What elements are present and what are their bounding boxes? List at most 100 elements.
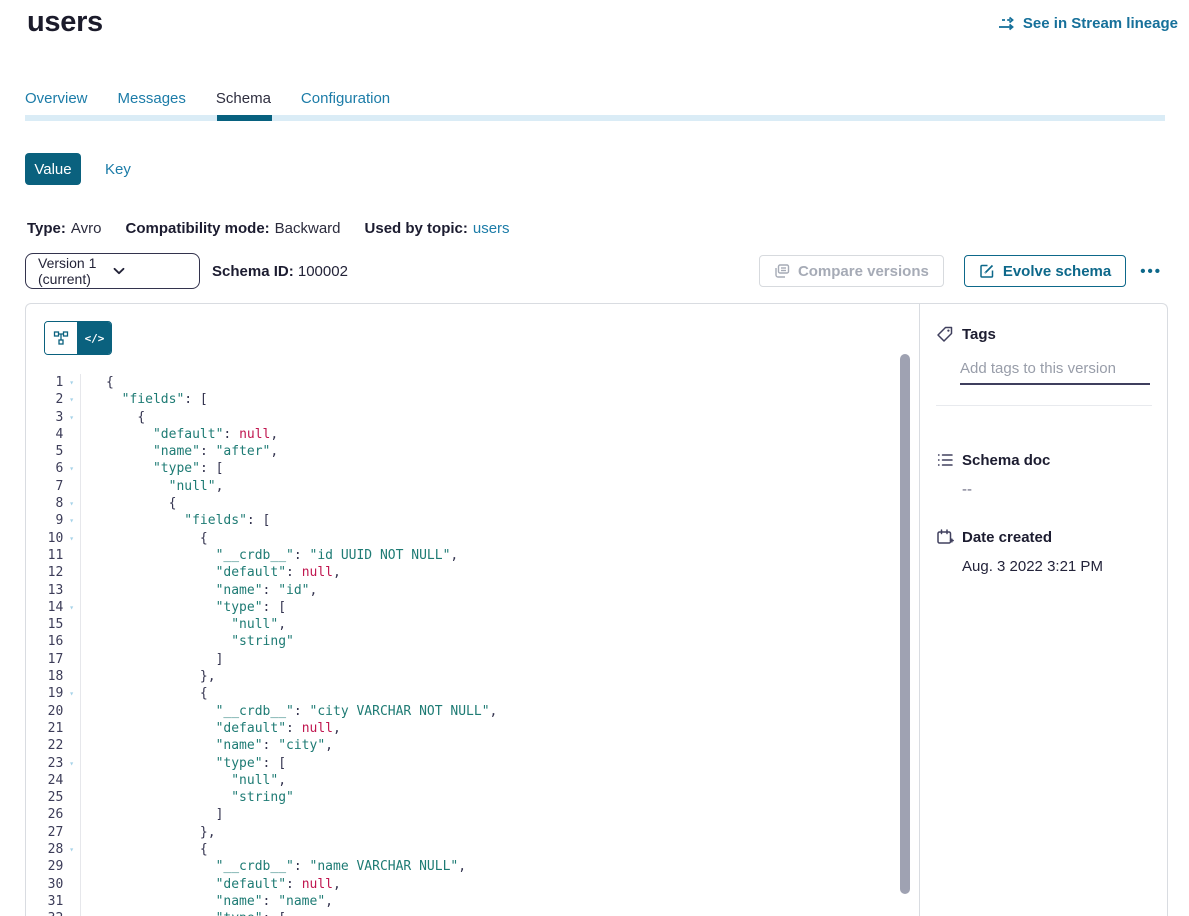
gutter-row[interactable]: 9▾ [26, 512, 80, 529]
gutter-row: 16 [26, 633, 80, 650]
sidebar-divider [936, 405, 1152, 406]
gutter-row[interactable]: 32▾ [26, 910, 80, 916]
line-number: 1 [26, 374, 63, 391]
code-line: "name": "after", [106, 443, 919, 460]
compare-versions-button[interactable]: Compare versions [759, 255, 944, 287]
topic-link[interactable]: users [473, 220, 510, 237]
code-line: "null", [106, 478, 919, 495]
fold-spacer [63, 858, 80, 875]
code-view-button[interactable]: </> [78, 322, 111, 354]
line-number: 13 [26, 582, 63, 599]
code-line: { [106, 530, 919, 547]
gutter-row: 26 [26, 806, 80, 823]
gutter-row: 11 [26, 547, 80, 564]
line-number: 28 [26, 841, 63, 858]
value-tab-button[interactable]: Value [25, 153, 81, 185]
fold-spacer [63, 443, 80, 460]
tags-section-header: Tags [936, 325, 1151, 343]
tab-schema[interactable]: Schema [216, 90, 271, 107]
schema-id-label: Schema ID: [212, 263, 294, 280]
tab-bar: Overview Messages Schema Configuration [25, 90, 390, 107]
fold-spacer [63, 547, 80, 564]
code-line: "type": [ [106, 599, 919, 616]
evolve-schema-button[interactable]: Evolve schema [964, 255, 1126, 287]
gutter-row[interactable]: 3▾ [26, 409, 80, 426]
code-line: { [106, 409, 919, 426]
fold-arrow-icon[interactable]: ▾ [63, 512, 80, 529]
fold-arrow-icon[interactable]: ▾ [63, 599, 80, 616]
line-number: 29 [26, 858, 63, 875]
gutter-row: 4 [26, 426, 80, 443]
fold-arrow-icon[interactable]: ▾ [63, 755, 80, 772]
fold-arrow-icon[interactable]: ▾ [63, 530, 80, 547]
compatibility-label: Compatibility mode: [125, 220, 269, 237]
more-options-button[interactable]: ••• [1134, 263, 1168, 280]
fold-arrow-icon[interactable]: ▾ [63, 495, 80, 512]
fold-arrow-icon[interactable]: ▾ [63, 374, 80, 391]
code-line: "default": null, [106, 426, 919, 443]
stream-lineage-link[interactable]: See in Stream lineage [998, 15, 1178, 32]
add-tags-input[interactable] [960, 356, 1150, 385]
tree-view-button[interactable] [45, 322, 78, 354]
code-line: "string" [106, 633, 919, 650]
gutter-row[interactable]: 6▾ [26, 460, 80, 477]
schema-code-panel: </> 1▾2▾3▾456▾78▾9▾10▾11121314▾151617181… [26, 304, 920, 916]
line-number: 16 [26, 633, 63, 650]
fold-arrow-icon[interactable]: ▾ [63, 685, 80, 702]
fold-arrow-icon[interactable]: ▾ [63, 910, 80, 916]
code-line: { [106, 685, 919, 702]
line-number: 24 [26, 772, 63, 789]
evolve-schema-label: Evolve schema [1003, 263, 1111, 280]
line-number: 31 [26, 893, 63, 910]
line-number: 3 [26, 409, 63, 426]
compare-versions-icon [774, 263, 790, 279]
gutter-row: 15 [26, 616, 80, 633]
gutter-row: 13 [26, 582, 80, 599]
fold-arrow-icon[interactable]: ▾ [63, 841, 80, 858]
fold-arrow-icon[interactable]: ▾ [63, 391, 80, 408]
tab-overview[interactable]: Overview [25, 90, 88, 107]
list-icon [936, 451, 954, 469]
line-number: 19 [26, 685, 63, 702]
fold-arrow-icon[interactable]: ▾ [63, 409, 80, 426]
code-scrollbar-thumb[interactable] [900, 354, 910, 894]
code-line: "null", [106, 616, 919, 633]
tab-messages[interactable]: Messages [118, 90, 186, 107]
line-number: 7 [26, 478, 63, 495]
fold-spacer [63, 720, 80, 737]
line-number: 32 [26, 910, 63, 916]
code-line: ] [106, 651, 919, 668]
fold-spacer [63, 582, 80, 599]
line-number: 6 [26, 460, 63, 477]
code-line: "type": [ [106, 910, 919, 916]
version-select[interactable]: Version 1 (current) [25, 253, 200, 289]
gutter-row[interactable]: 8▾ [26, 495, 80, 512]
key-tab-button[interactable]: Key [105, 161, 131, 178]
line-number: 26 [26, 806, 63, 823]
gutter-row[interactable]: 1▾ [26, 374, 80, 391]
type-value: Avro [71, 220, 102, 237]
line-number: 21 [26, 720, 63, 737]
gutter-row[interactable]: 28▾ [26, 841, 80, 858]
date-created-title: Date created [962, 529, 1052, 546]
gutter-row[interactable]: 2▾ [26, 391, 80, 408]
gutter-row[interactable]: 10▾ [26, 530, 80, 547]
code-line: "default": null, [106, 876, 919, 893]
fold-spacer [63, 772, 80, 789]
gutter-row[interactable]: 23▾ [26, 755, 80, 772]
schema-doc-value: -- [962, 481, 1151, 498]
code-line: "fields": [ [106, 391, 919, 408]
line-number: 25 [26, 789, 63, 806]
gutter-row: 5 [26, 443, 80, 460]
calendar-plus-icon [936, 528, 954, 546]
code-line: { [106, 841, 919, 858]
edit-icon [979, 263, 995, 279]
tab-active-underline [217, 115, 272, 121]
line-number: 15 [26, 616, 63, 633]
fold-arrow-icon[interactable]: ▾ [63, 460, 80, 477]
gutter-row[interactable]: 14▾ [26, 599, 80, 616]
gutter-row[interactable]: 19▾ [26, 685, 80, 702]
line-number: 11 [26, 547, 63, 564]
tab-configuration[interactable]: Configuration [301, 90, 390, 107]
fold-spacer [63, 737, 80, 754]
